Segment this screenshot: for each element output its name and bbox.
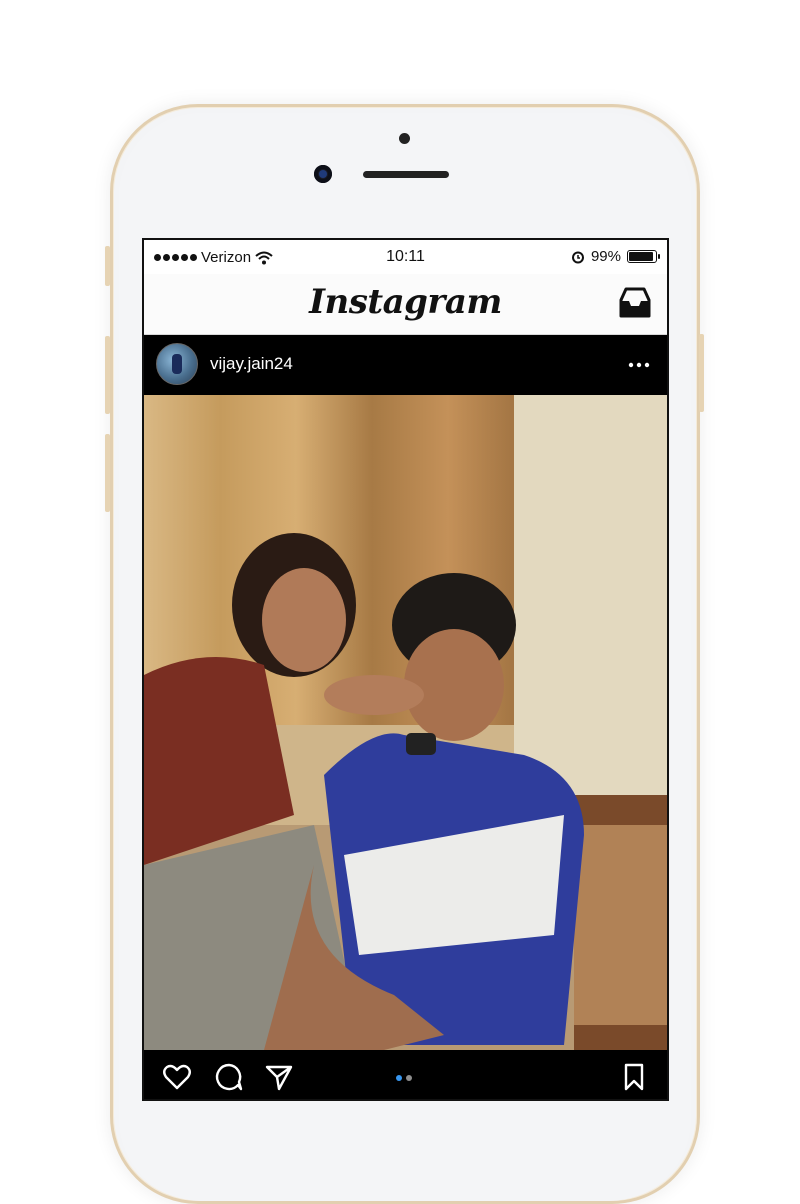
carousel-indicator xyxy=(396,1075,412,1081)
share-icon[interactable] xyxy=(264,1062,294,1092)
power-button xyxy=(699,334,704,412)
status-bar: Verizon 10:11 99% xyxy=(144,240,667,274)
post-header: vijay.jain24 xyxy=(144,335,667,395)
carousel-dot xyxy=(406,1075,412,1081)
post-action-bar xyxy=(144,1050,667,1099)
avatar[interactable] xyxy=(156,343,198,385)
mute-switch xyxy=(105,246,110,286)
post-photo[interactable] xyxy=(144,395,667,1050)
carousel-dot-active xyxy=(396,1075,402,1081)
bookmark-icon[interactable] xyxy=(619,1062,649,1092)
earpiece-speaker xyxy=(363,171,449,178)
ellipsis-icon[interactable] xyxy=(627,355,651,375)
post-username[interactable]: vijay.jain24 xyxy=(210,354,293,374)
volume-up-button xyxy=(105,336,110,414)
proximity-sensor xyxy=(399,133,410,144)
volume-down-button xyxy=(105,434,110,512)
alarm-icon xyxy=(571,251,584,263)
instagram-logo: Instagram xyxy=(309,282,502,322)
phone-screen: Verizon 10:11 99% Instagram vijay.jain24 xyxy=(142,238,669,1101)
instagram-nav-bar: Instagram xyxy=(144,274,667,335)
front-camera xyxy=(314,165,332,183)
inbox-tray-icon[interactable] xyxy=(617,286,653,320)
post-photo-illustration xyxy=(144,395,667,1050)
comment-icon[interactable] xyxy=(214,1062,244,1092)
heart-icon[interactable] xyxy=(162,1062,192,1092)
battery-icon xyxy=(627,250,660,263)
battery-percent: 99% xyxy=(590,248,621,265)
